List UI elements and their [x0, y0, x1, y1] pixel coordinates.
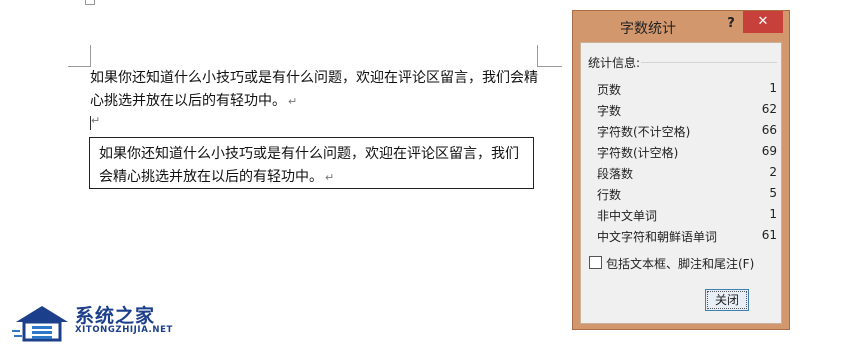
- focus-ring: [707, 291, 747, 309]
- stat-label: 非中文单词: [597, 209, 658, 223]
- crop-mark-right-vertical: [537, 45, 538, 67]
- dialog-body: 统计信息: 页数 1 字数 62 字符数(不计空格) 66 字符数(计空格) 6…: [580, 42, 782, 324]
- word-count-dialog[interactable]: 字数统计 ? ✕ 统计信息: 页数 1 字数 62 字符数(不计空格) 66 字…: [572, 10, 790, 330]
- stat-value: 5: [769, 186, 777, 200]
- crop-mark-left-vertical: [90, 45, 91, 67]
- stat-label: 中文字符和朝鲜语单词: [597, 230, 718, 244]
- statistics-list: 页数 1 字数 62 字符数(不计空格) 66 字符数(计空格) 69 段落数 …: [597, 79, 777, 247]
- paragraph-line: 心挑选并放在以后的有轻功中。 ↵: [90, 93, 298, 109]
- stat-row-characters-with-spaces: 字符数(计空格) 69: [597, 142, 777, 163]
- stat-value: 2: [769, 165, 777, 179]
- stat-value: 61: [761, 228, 777, 242]
- watermark-title: 系统之家: [75, 305, 156, 327]
- paragraph-mark-icon: ↵: [288, 95, 298, 108]
- stat-row-lines: 行数 5: [597, 184, 777, 205]
- stat-value: 1: [769, 81, 777, 95]
- text-box-line: 会精心挑选并放在以后的有轻功中。 ↵: [99, 169, 335, 185]
- stat-row-words: 字数 62: [597, 100, 777, 121]
- stat-label: 行数: [597, 188, 622, 202]
- stat-row-pages: 页数 1: [597, 79, 777, 100]
- document-paragraph[interactable]: 如果你还知道什么小技巧或是有什么问题，欢迎在评论区留言，我们会精 心挑选并放在以…: [90, 67, 540, 113]
- stat-row-paragraphs: 段落数 2: [597, 163, 777, 184]
- stat-label: 字符数(不计空格): [597, 125, 691, 139]
- house-logo-icon: [12, 306, 68, 342]
- stat-value: 69: [761, 144, 777, 158]
- watermark-subtitle: XITONGZHIJIA.NET: [75, 325, 173, 335]
- site-watermark: 系统之家 XITONGZHIJIA.NET: [12, 300, 172, 344]
- statistics-group-label: 统计信息:: [588, 56, 641, 70]
- text-box-paragraph[interactable]: 如果你还知道什么小技巧或是有什么问题，欢迎在评论区留言，我们 会精心挑选并放在以…: [90, 138, 533, 189]
- crop-mark-right-horizontal: [538, 66, 562, 67]
- text-box-line: 如果你还知道什么小技巧或是有什么问题，欢迎在评论区留言，我们: [99, 146, 519, 162]
- stat-row-chinese-korean-words: 中文字符和朝鲜语单词 61: [597, 226, 777, 247]
- text-box[interactable]: 如果你还知道什么小技巧或是有什么问题，欢迎在评论区留言，我们 会精心挑选并放在以…: [89, 137, 534, 189]
- close-button[interactable]: 关闭: [705, 289, 749, 311]
- stat-label: 字符数(计空格): [597, 146, 679, 160]
- include-textboxes-label[interactable]: 包括文本框、脚注和尾注(F): [606, 255, 754, 272]
- stat-value: 62: [761, 102, 777, 116]
- crop-mark-left-horizontal: [68, 66, 90, 67]
- stat-row-characters-no-spaces: 字符数(不计空格) 66: [597, 121, 777, 142]
- help-button[interactable]: ?: [721, 14, 741, 34]
- paragraph-mark-icon: ↵: [325, 171, 335, 184]
- stat-label: 页数: [597, 83, 622, 97]
- stat-value: 66: [761, 123, 777, 137]
- dialog-title: 字数统计: [620, 21, 676, 37]
- stat-value: 1: [769, 207, 777, 221]
- stat-label: 字数: [597, 104, 622, 118]
- group-divider: [641, 62, 777, 63]
- page-top-marker: [85, 0, 95, 5]
- close-icon[interactable]: ✕: [743, 11, 783, 33]
- paragraph-line: 如果你还知道什么小技巧或是有什么问题，欢迎在评论区留言，我们会精: [90, 70, 538, 86]
- include-textboxes-checkbox[interactable]: [589, 256, 602, 269]
- dialog-title-bar[interactable]: 字数统计 ? ✕: [573, 11, 789, 43]
- paragraph-mark-icon: ↵: [91, 114, 101, 127]
- stat-label: 段落数: [597, 167, 634, 181]
- stat-row-non-chinese-words: 非中文单词 1: [597, 205, 777, 226]
